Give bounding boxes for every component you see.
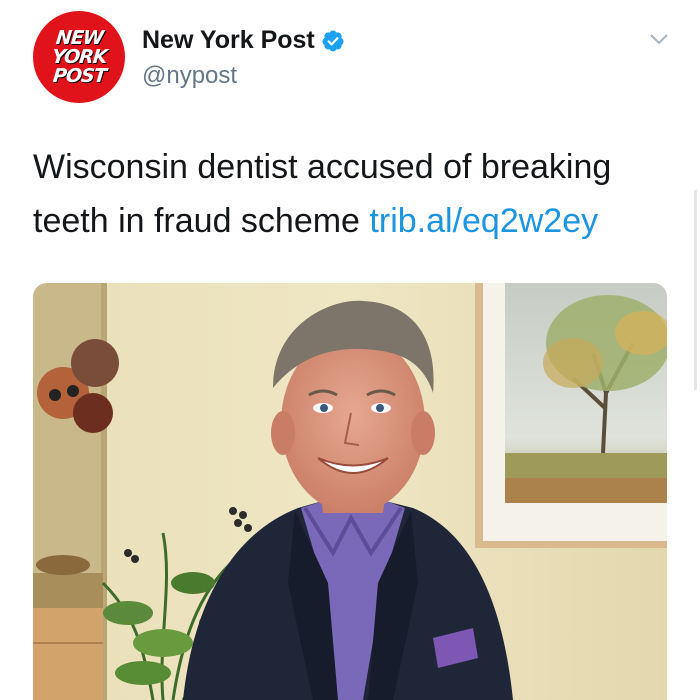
logo-line-2: YORK (50, 45, 108, 68)
tweet-link[interactable]: trib.al/eq2w2ey (369, 202, 598, 240)
tweet-card: NEW YORK POST New York Post @nypost Wisc… (0, 0, 700, 700)
chevron-down-icon[interactable] (648, 28, 670, 50)
verified-badge-icon (322, 30, 344, 51)
tweet-text: Wisconsin dentist accused of breaking te… (33, 140, 673, 248)
account-name[interactable]: New York Post (142, 26, 315, 55)
account-name-row[interactable]: New York Post (142, 26, 345, 55)
logo-line-1: NEW (54, 26, 104, 49)
logo-line-3: POST (51, 64, 107, 87)
tweet-photo[interactable] (33, 283, 667, 700)
scrollbar[interactable] (694, 190, 697, 390)
avatar[interactable]: NEW YORK POST (33, 11, 125, 103)
account-handle[interactable]: @nypost (142, 62, 237, 90)
photo-illustration (33, 283, 667, 700)
